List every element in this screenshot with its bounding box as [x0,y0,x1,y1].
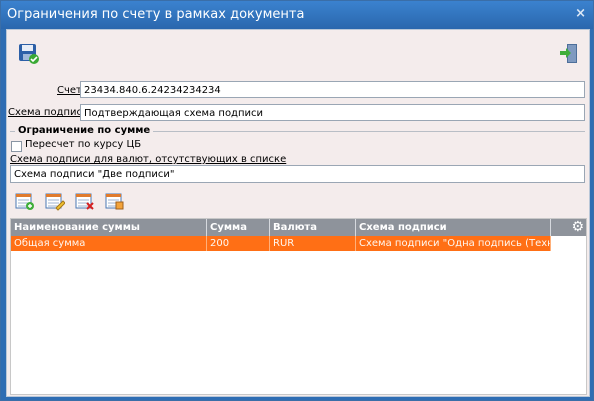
missing-currency-label: Схема подписи для валют, отсутствующих в… [10,154,287,165]
delete-row-icon[interactable] [75,191,97,213]
cell-name: Общая сумма [11,236,207,251]
add-row-icon[interactable] [15,191,37,213]
scheme-label[interactable]: Схема подписи [8,107,89,118]
cell-currency: RUR [270,236,356,251]
missing-currency-field[interactable]: Схема подписи "Две подписи" [10,165,585,183]
limits-grid: Наименование суммы Сумма Валюта Схема по… [10,218,587,395]
column-header-name[interactable]: Наименование суммы [11,219,207,236]
title-bar[interactable]: Ограничения по счету в рамках документа … [1,1,593,29]
cell-scheme: Схема подписи "Одна подпись (Техн.)" [356,236,551,251]
dialog-window: Ограничения по счету в рамках документа … [0,0,594,401]
window-title: Ограничения по счету в рамках документа [7,7,305,22]
edit-row-icon[interactable] [45,191,67,213]
cell-amount: 200 [207,236,270,251]
recalc-label[interactable]: Пересчет по курсу ЦБ [25,139,141,150]
dialog-body: Счет 23434.840.6.24234234234 Схема подпи… [6,29,590,397]
save-icon[interactable] [18,43,40,65]
account-label: Счет [57,85,82,96]
recalc-checkbox[interactable] [11,141,22,152]
account-field[interactable]: 23434.840.6.24234234234 [80,81,585,98]
exit-door-icon[interactable] [558,43,580,65]
grid-header: Наименование суммы Сумма Валюта Схема по… [11,219,586,236]
column-header-amount[interactable]: Сумма [207,219,270,236]
gear-icon[interactable]: ⚙ [571,220,584,234]
sum-limit-title: Ограничение по сумме [15,125,154,136]
column-header-currency[interactable]: Валюта [270,219,356,236]
copy-row-icon[interactable] [105,191,127,213]
close-icon[interactable]: × [575,6,586,21]
column-header-scheme[interactable]: Схема подписи [356,219,551,236]
scheme-field[interactable]: Подтверждающая схема подписи [80,104,585,121]
table-row[interactable]: Общая сумма 200 RUR Схема подписи "Одна … [11,236,551,251]
